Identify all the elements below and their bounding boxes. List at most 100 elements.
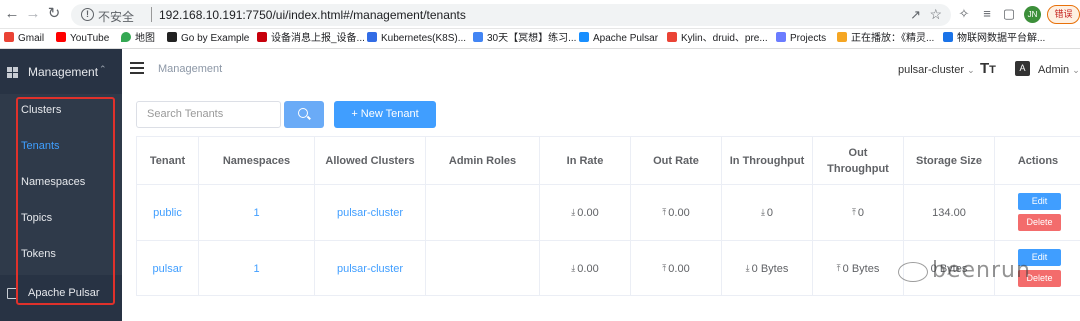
sidebar-section-title: Management <box>28 65 99 79</box>
namespaces-count[interactable]: 1 <box>199 241 315 296</box>
upload-arrow-icon: ⤒ <box>662 263 667 273</box>
language-icon[interactable]: A <box>1015 61 1030 76</box>
bookmark-maps[interactable]: 地图 <box>121 32 155 46</box>
address-bar[interactable]: ! 不安全 192.168.10.191:7750/ui/index.html#… <box>71 4 951 26</box>
breadcrumb[interactable]: Management <box>158 63 222 75</box>
sidebar-section-management[interactable]: Management ⌃ <box>0 49 122 94</box>
column-header-out-rate[interactable]: Out Rate <box>631 137 722 184</box>
column-header-in-throughput[interactable]: In Throughput <box>722 137 813 184</box>
actions-cell: Edit Delete <box>995 185 1080 240</box>
bookmark-now-playing[interactable]: 正在播放：《精灵... <box>837 32 934 46</box>
column-header-allowed-clusters[interactable]: Allowed Clusters <box>315 137 426 184</box>
in-throughput-value: 0 Bytes <box>751 262 789 275</box>
grid-icon <box>7 67 18 78</box>
browser-toolbar: ← → ↻ ! 不安全 192.168.10.191:7750/ui/index… <box>0 0 1080 29</box>
in-rate-value: 0.00 <box>577 206 599 219</box>
chevron-up-icon: ⌃ <box>99 64 107 74</box>
column-header-in-rate[interactable]: In Rate <box>540 137 631 184</box>
chevron-down-icon: ⌄ <box>1072 65 1080 75</box>
out-throughput-cell: ⤒ 0 <box>813 185 904 240</box>
download-arrow-icon: ⤓ <box>760 207 765 217</box>
bookmark-iot-platform[interactable]: 物联网数据平台解... <box>943 32 1045 46</box>
out-throughput-cell: ⤒ 0 Bytes <box>813 241 904 296</box>
insecure-icon[interactable]: ! <box>81 8 94 21</box>
out-rate-value: 0.00 <box>668 206 690 219</box>
bookmark-go-by-example[interactable]: Go by Example <box>167 32 249 46</box>
bookmark-gmail[interactable]: Gmail <box>4 32 44 46</box>
kylin-icon <box>667 32 677 42</box>
edit-button[interactable]: Edit <box>1018 193 1061 210</box>
bookmark-star-icon[interactable]: ☆ <box>929 6 942 23</box>
new-tenant-button[interactable]: + New Tenant <box>334 101 436 128</box>
search-button[interactable] <box>284 101 324 128</box>
table-row: public 1 pulsar-cluster ⤓ 0.00 ⤒ 0.00 ⤓ 0 ⤒… <box>137 184 1080 240</box>
bookmarks-bar: Gmail YouTube 地图 Go by Example 设备消息上报_设备… <box>0 29 1080 49</box>
column-header-storage-size[interactable]: Storage Size <box>904 137 995 184</box>
upload-arrow-icon: ⤒ <box>836 263 841 273</box>
pulsar-icon <box>579 32 589 42</box>
bookmark-device-messages[interactable]: 设备消息上报_设备... <box>257 32 365 46</box>
share-icon[interactable]: ↗ <box>910 7 921 23</box>
search-icon <box>298 108 308 118</box>
out-rate-cell: ⤒ 0.00 <box>631 241 722 296</box>
bookmark-meditation[interactable]: 30天【冥想】练习... <box>473 32 576 46</box>
chevron-down-icon: ⌄ <box>967 65 975 75</box>
out-rate-cell: ⤒ 0.00 <box>631 185 722 240</box>
column-header-tenant[interactable]: Tenant <box>137 137 199 184</box>
insecure-label: 不安全 <box>98 10 135 24</box>
extensions-icon[interactable]: ✧ <box>957 7 971 21</box>
in-rate-cell: ⤓ 0.00 <box>540 241 631 296</box>
side-panel-icon[interactable]: ▢ <box>1002 7 1016 21</box>
hamburger-icon[interactable] <box>130 62 144 74</box>
out-rate-value: 0.00 <box>668 262 690 275</box>
admin-roles-cell <box>426 185 540 240</box>
tenant-link[interactable]: public <box>137 185 199 240</box>
play-icon <box>837 32 847 42</box>
bookmark-projects[interactable]: Projects <box>776 32 826 46</box>
app-header: Management pulsar-cluster ⌄ TT A Admin ⌄ <box>122 49 1080 91</box>
column-header-namespaces[interactable]: Namespaces <box>199 137 315 184</box>
highlight-annotation-box <box>16 97 115 305</box>
tenant-link[interactable]: pulsar <box>137 241 199 296</box>
cluster-select[interactable]: pulsar-cluster ⌄ <box>898 64 975 76</box>
download-arrow-icon: ⤓ <box>571 263 576 273</box>
column-header-out-throughput[interactable]: Out Throughput <box>813 137 904 184</box>
wechat-watermark-icon <box>898 262 928 282</box>
go-icon <box>167 32 177 42</box>
profile-avatar[interactable]: JN <box>1024 6 1041 23</box>
search-input[interactable]: Search Tenants <box>136 101 281 128</box>
kubernetes-icon <box>367 32 377 42</box>
allowed-cluster-link[interactable]: pulsar-cluster <box>315 241 426 296</box>
download-arrow-icon: ⤓ <box>571 207 576 217</box>
allowed-cluster-link[interactable]: pulsar-cluster <box>315 185 426 240</box>
namespaces-count[interactable]: 1 <box>199 185 315 240</box>
cluster-select-value: pulsar-cluster <box>898 64 965 76</box>
out-throughput-value: 0 Bytes <box>842 262 880 275</box>
out-throughput-value: 0 <box>857 206 865 219</box>
url-separator <box>151 7 152 22</box>
reload-icon[interactable]: ↻ <box>46 6 62 22</box>
upload-arrow-icon: ⤒ <box>662 207 667 217</box>
projects-icon <box>776 32 786 42</box>
storage-size-cell: 134.00 <box>904 185 995 240</box>
delete-button[interactable]: Delete <box>1018 214 1061 231</box>
column-header-admin-roles[interactable]: Admin Roles <box>426 137 540 184</box>
column-header-actions: Actions <box>1017 154 1059 167</box>
reading-list-icon[interactable]: ≡ <box>980 7 994 21</box>
watermark-text: beenrun <box>932 258 1031 283</box>
url-text[interactable]: 192.168.10.191:7750/ui/index.html#/manag… <box>159 8 466 22</box>
forward-icon[interactable]: → <box>25 6 41 22</box>
bookmark-kubernetes[interactable]: Kubernetes(K8S)... <box>367 32 466 46</box>
gmail-icon <box>4 32 14 42</box>
upload-arrow-icon: ⤒ <box>851 207 856 217</box>
error-pill[interactable]: 错误 <box>1047 5 1080 24</box>
in-throughput-value: 0 <box>766 206 774 219</box>
bookmark-youtube[interactable]: YouTube <box>56 32 109 46</box>
font-size-icon[interactable]: TT <box>980 60 996 77</box>
maps-icon <box>121 32 131 42</box>
bookmark-kylin[interactable]: Kylin、druid、pre... <box>667 32 768 46</box>
youtube-icon <box>56 32 66 42</box>
back-icon[interactable]: ← <box>4 6 20 22</box>
bookmark-apache-pulsar[interactable]: Apache Pulsar <box>579 32 658 46</box>
user-menu[interactable]: Admin ⌄ <box>1038 64 1080 76</box>
